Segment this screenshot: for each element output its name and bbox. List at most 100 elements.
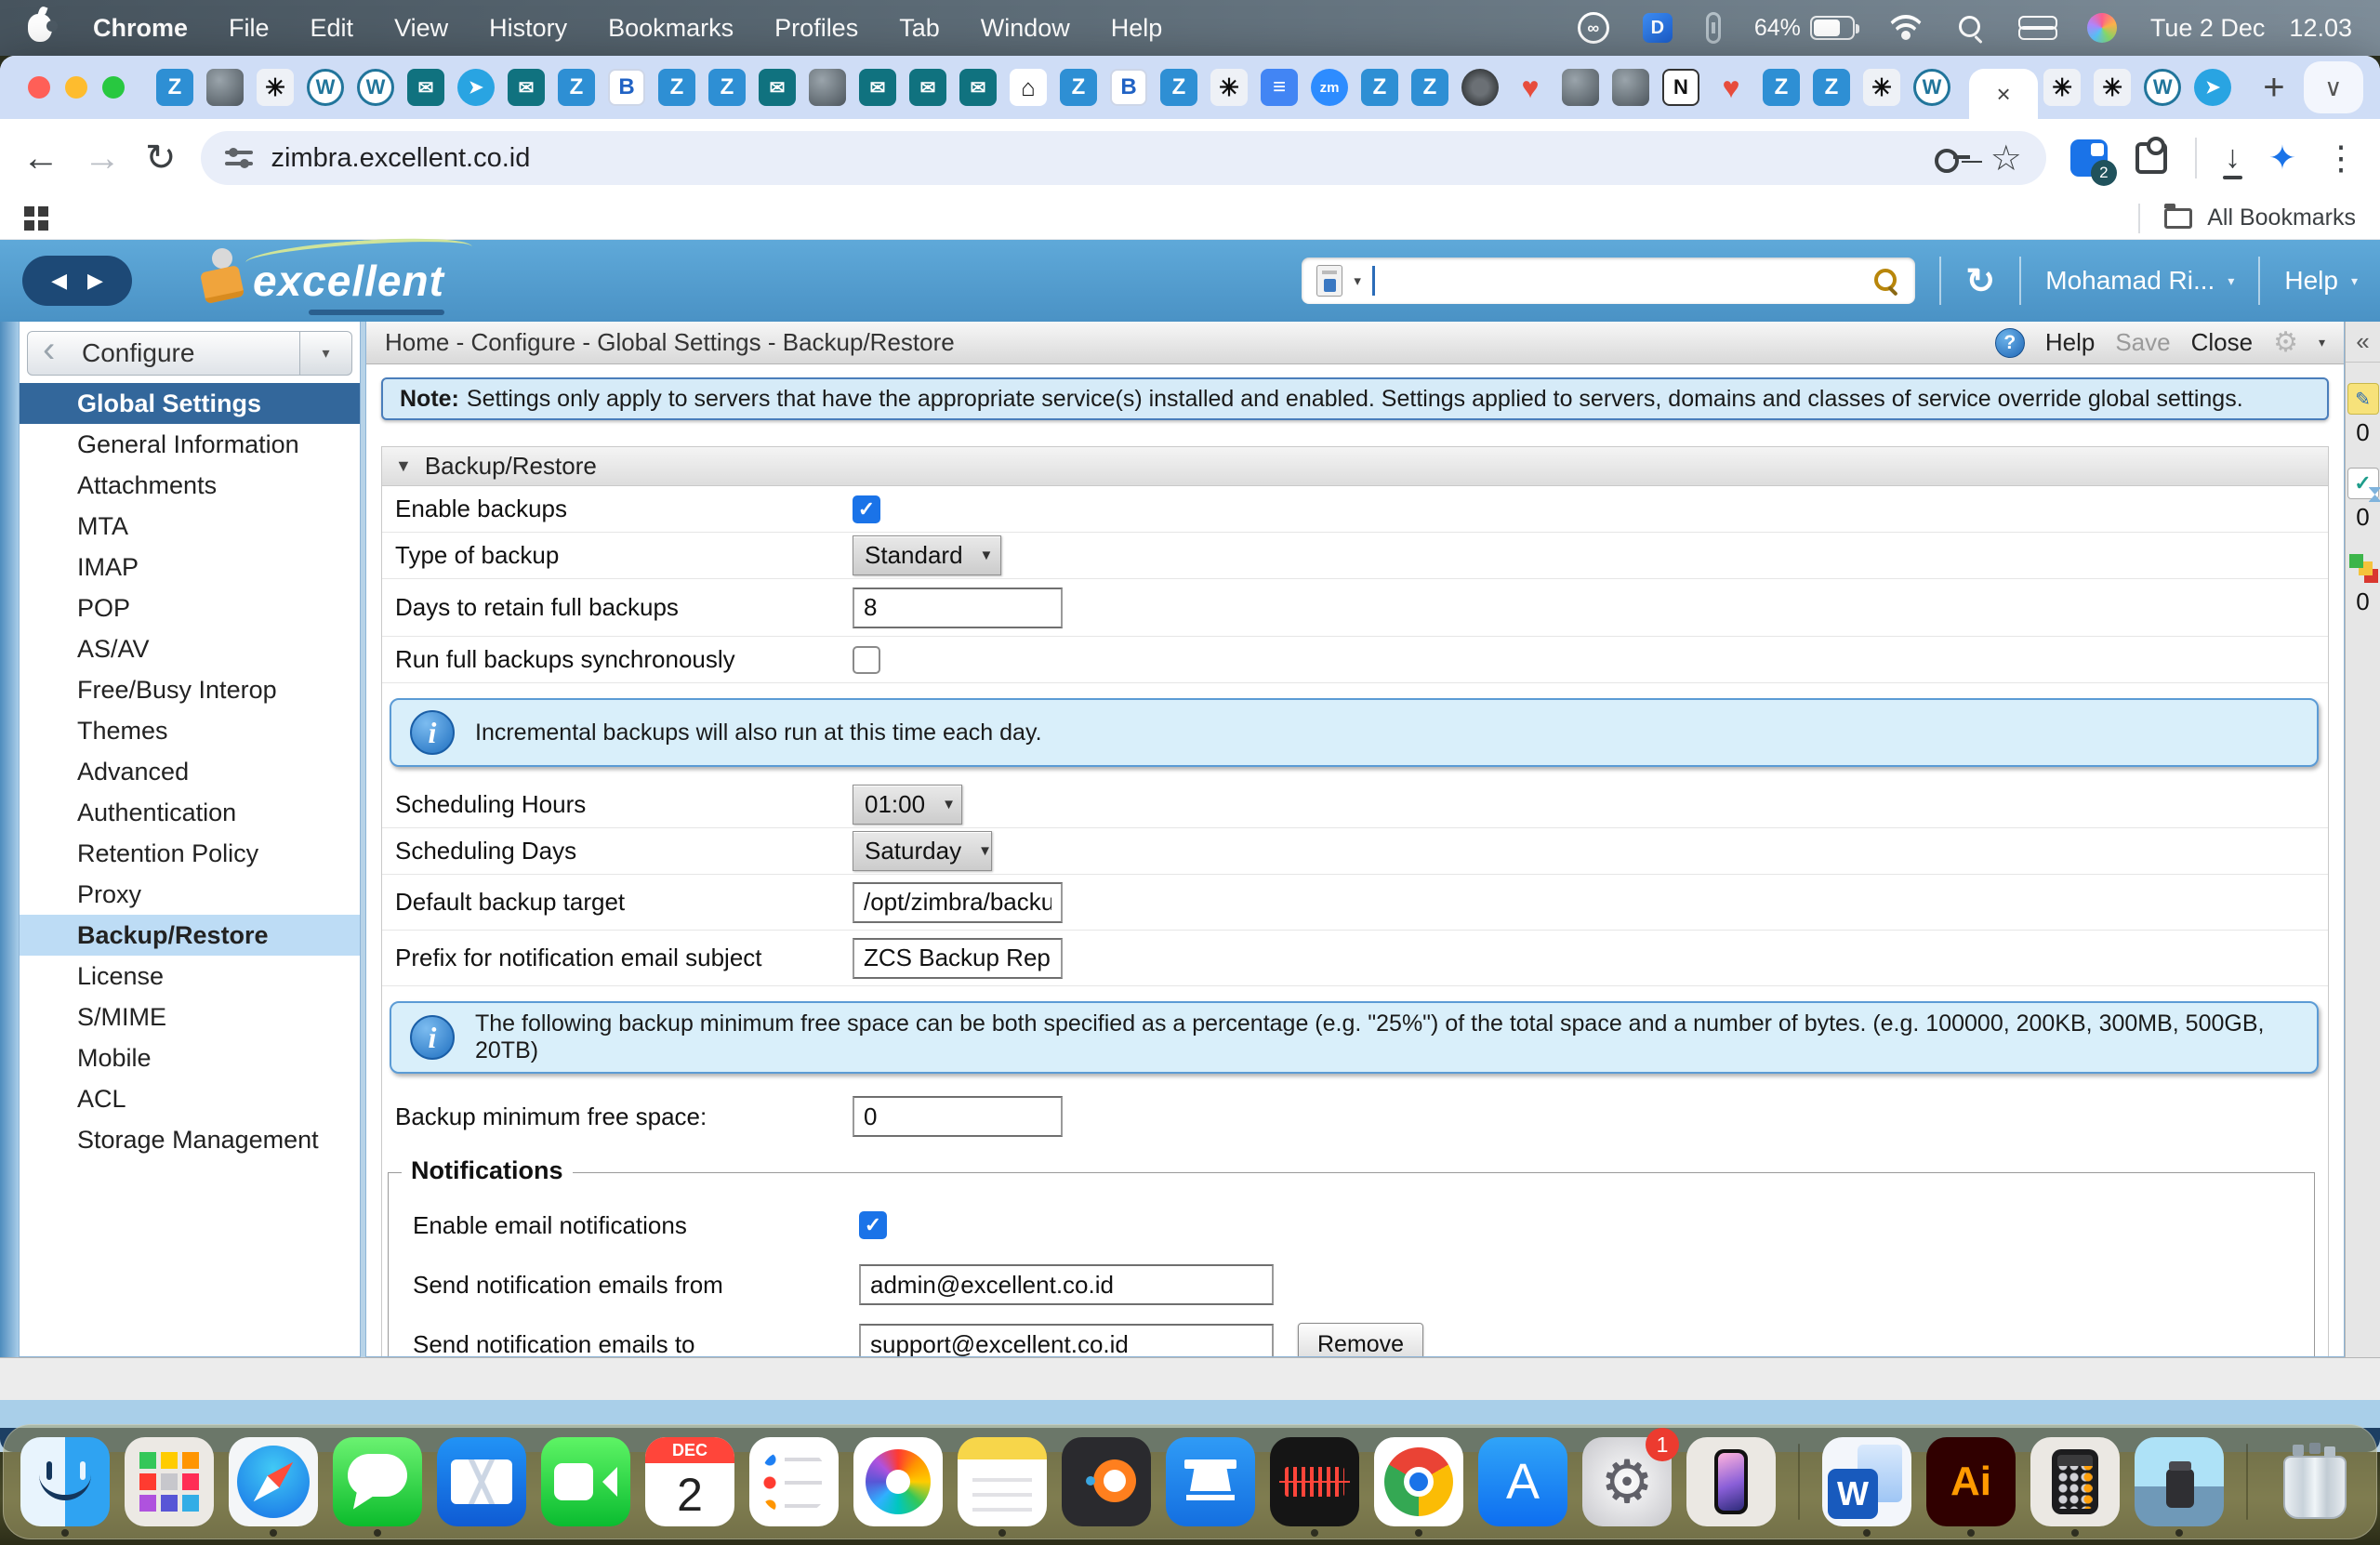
- creative-cloud-icon[interactable]: ∞: [1578, 12, 1609, 44]
- minimize-window-button[interactable]: [65, 76, 87, 99]
- sidebar-item[interactable]: S/MIME: [20, 997, 360, 1037]
- sidebar-item[interactable]: General Information: [20, 424, 360, 465]
- browser-menu-icon[interactable]: ⋮: [2324, 139, 2358, 178]
- downloads-icon[interactable]: ↓: [2225, 139, 2241, 178]
- close-window-button[interactable]: [28, 76, 50, 99]
- nav-forward-icon[interactable]: ▶: [87, 269, 103, 293]
- browser-tab[interactable]: Z: [708, 69, 746, 106]
- sidebar-item[interactable]: ACL: [20, 1078, 360, 1119]
- reload-button[interactable]: ↻: [145, 137, 177, 179]
- menu-item[interactable]: Window: [981, 14, 1070, 43]
- browser-tab[interactable]: W: [357, 69, 394, 106]
- tasks-gutter-icon[interactable]: ✓: [2347, 468, 2379, 499]
- menu-item[interactable]: History: [489, 14, 567, 43]
- browser-tab[interactable]: N: [1662, 69, 1699, 106]
- browser-tab[interactable]: ✳: [2043, 69, 2081, 106]
- sidebar-item[interactable]: Retention Policy: [20, 833, 360, 874]
- status-squares-icon[interactable]: [2347, 552, 2379, 584]
- forward-button[interactable]: →: [84, 138, 121, 179]
- browser-tab[interactable]: Z: [1060, 69, 1097, 106]
- active-tab[interactable]: ×: [1969, 69, 2038, 119]
- back-button[interactable]: ←: [22, 138, 60, 179]
- browser-tab[interactable]: Z: [658, 69, 695, 106]
- wifi-icon[interactable]: [1888, 15, 1924, 41]
- browser-tab[interactable]: ✳: [257, 69, 294, 106]
- notification-to-input[interactable]: [859, 1324, 1274, 1356]
- save-button[interactable]: Save: [2115, 328, 2170, 357]
- browser-tab[interactable]: ✉: [959, 69, 997, 106]
- notes-gutter-icon[interactable]: ✎: [2347, 383, 2379, 415]
- browser-tab[interactable]: ✉: [508, 69, 545, 106]
- collapse-panel-icon[interactable]: «: [2346, 322, 2380, 363]
- sidebar-section-label[interactable]: Configure: [27, 331, 300, 376]
- run-sync-checkbox[interactable]: [853, 646, 880, 674]
- close-tab-icon[interactable]: ×: [1997, 80, 2011, 109]
- battery-indicator[interactable]: 64%: [1754, 15, 1855, 42]
- bookmark-star-icon[interactable]: ☆: [1990, 138, 2022, 179]
- chevron-down-icon[interactable]: ▾: [2319, 335, 2325, 350]
- dock-app-icon[interactable]: A: [1478, 1437, 1567, 1526]
- browser-tab[interactable]: ✉: [859, 69, 896, 106]
- spotlight-icon[interactable]: [1957, 14, 1985, 42]
- dock-app-icon[interactable]: [2030, 1437, 2120, 1526]
- user-menu[interactable]: Mohamad Ri... ▾: [2045, 266, 2234, 296]
- sidebar-item[interactable]: Free/Busy Interop: [20, 669, 360, 710]
- search-icon[interactable]: [1872, 267, 1900, 295]
- sidebar-item[interactable]: Mobile: [20, 1037, 360, 1078]
- menu-item[interactable]: Chrome: [93, 14, 188, 43]
- sidebar-item[interactable]: Advanced: [20, 751, 360, 792]
- sidebar-section-combo[interactable]: Configure ▾: [27, 331, 352, 376]
- browser-tab[interactable]: W: [1913, 69, 1950, 106]
- maximize-window-button[interactable]: [102, 76, 125, 99]
- menu-clock[interactable]: Tue 2 Dec 12.03: [2150, 14, 2352, 43]
- browser-tab[interactable]: [1461, 69, 1499, 106]
- dock-app-icon[interactable]: W: [1822, 1437, 1911, 1526]
- browser-tab[interactable]: B: [1110, 69, 1147, 106]
- dock-app-icon[interactable]: Ai: [1926, 1437, 2016, 1526]
- browser-tab[interactable]: [1562, 69, 1599, 106]
- sidebar-item[interactable]: AS/AV: [20, 628, 360, 669]
- docs-app-icon[interactable]: D: [1643, 13, 1673, 43]
- min-free-space-input[interactable]: [853, 1096, 1063, 1137]
- browser-tab[interactable]: [206, 69, 244, 106]
- admin-search-box[interactable]: ▾: [1302, 258, 1915, 304]
- browser-tab[interactable]: Z: [156, 69, 193, 106]
- search-type-icon[interactable]: [1316, 265, 1342, 297]
- help-button[interactable]: Help: [2045, 328, 2095, 357]
- prefix-input[interactable]: [853, 938, 1063, 979]
- sidebar-item[interactable]: POP: [20, 588, 360, 628]
- dock-app-icon[interactable]: [2270, 1437, 2360, 1526]
- search-type-dropdown-icon[interactable]: ▾: [1354, 272, 1361, 289]
- tab-search-button[interactable]: ∨: [2304, 61, 2363, 113]
- sidebar-item[interactable]: IMAP: [20, 547, 360, 588]
- address-bar[interactable]: zimbra.excellent.co.id ☆: [201, 131, 2046, 185]
- menu-item[interactable]: File: [229, 14, 270, 43]
- new-tab-button[interactable]: +: [2263, 67, 2284, 109]
- browser-tab[interactable]: B: [608, 69, 645, 106]
- scheduling-days-select[interactable]: Saturday ▼: [853, 831, 992, 871]
- days-retain-input[interactable]: [853, 588, 1063, 628]
- dock-app-icon[interactable]: [1062, 1437, 1151, 1526]
- dock-app-icon[interactable]: [20, 1437, 110, 1526]
- type-of-backup-select[interactable]: Standard ▼: [853, 535, 1001, 575]
- sidebar-item[interactable]: Themes: [20, 710, 360, 751]
- tab-organizer-icon[interactable]: ✦: [2268, 139, 2296, 178]
- dock-app-icon[interactable]: [958, 1437, 1047, 1526]
- dock-app-icon[interactable]: [437, 1437, 526, 1526]
- sidebar-section-dropdown-icon[interactable]: ▾: [300, 331, 352, 376]
- dock-app-icon[interactable]: [749, 1437, 839, 1526]
- enable-backups-checkbox[interactable]: ✓: [853, 495, 880, 523]
- section-header[interactable]: ▼ Backup/Restore: [382, 447, 2328, 486]
- dock-app-icon[interactable]: [853, 1437, 943, 1526]
- dock-app-icon[interactable]: ⚙ 1: [1582, 1437, 1672, 1526]
- dock-app-icon[interactable]: [1686, 1437, 1776, 1526]
- apple-menu-icon[interactable]: [28, 14, 52, 42]
- sidebar-item[interactable]: License: [20, 956, 360, 997]
- browser-tab[interactable]: ✉: [759, 69, 796, 106]
- gear-icon[interactable]: ⚙: [2273, 326, 2298, 359]
- browser-tab[interactable]: ✉: [909, 69, 946, 106]
- browser-tab[interactable]: Z: [558, 69, 595, 106]
- browser-tab[interactable]: ⌂: [1010, 69, 1047, 106]
- nav-back-icon[interactable]: ◀: [51, 269, 67, 293]
- enable-email-notifications-checkbox[interactable]: ✓: [859, 1211, 887, 1239]
